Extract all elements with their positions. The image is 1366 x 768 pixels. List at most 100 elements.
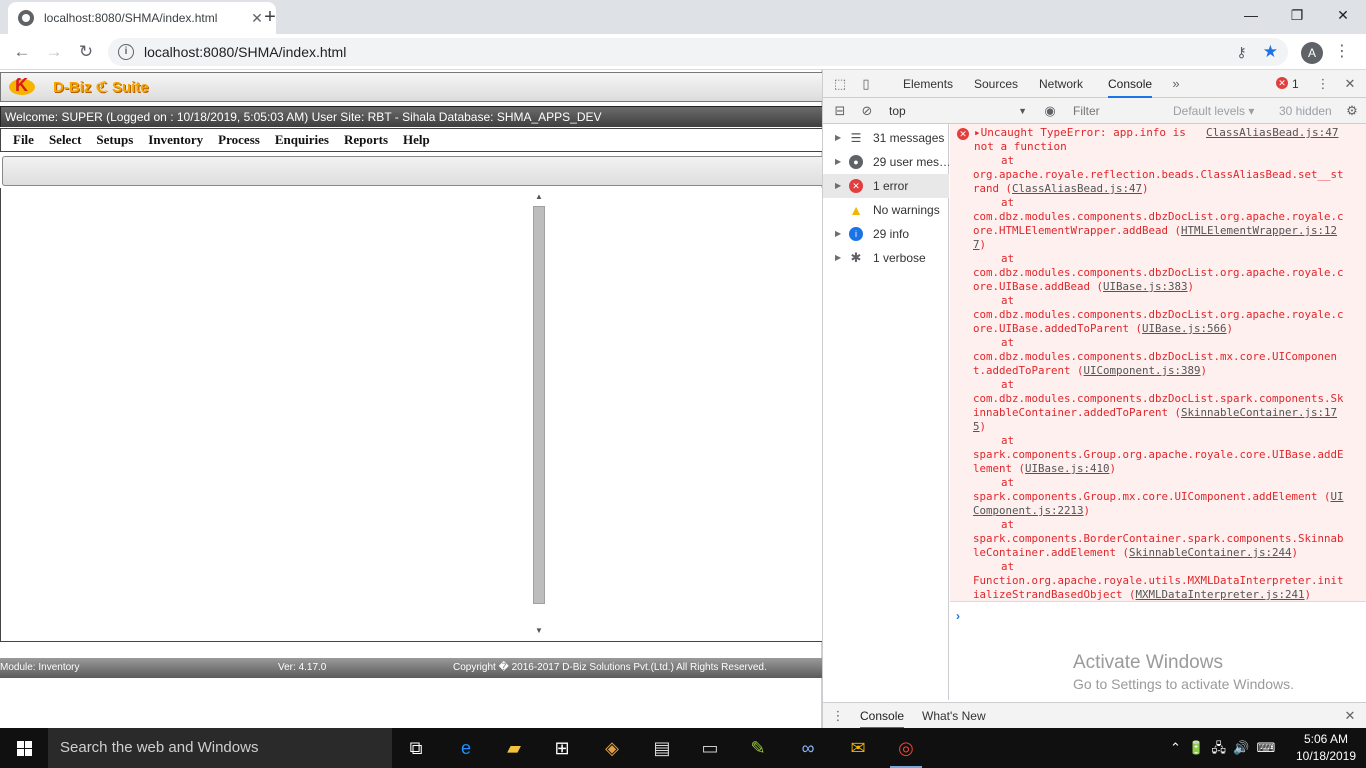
browser-tab[interactable]: localhost:8080/SHMA/index.html ✕ [8, 2, 276, 34]
scroll-up-icon[interactable]: ▲ [532, 192, 546, 202]
menu-help[interactable]: Help [403, 132, 430, 148]
system-tray[interactable]: ⌃ 🔋 🖧 🔊 ⌨ [1170, 728, 1275, 768]
device-toolbar-icon[interactable]: ▯ [857, 75, 875, 93]
sidebar-item-messages[interactable]: ▶ ☰ 31 messages [823, 126, 949, 150]
error-source-link[interactable]: ClassAliasBead.js:47 [1206, 126, 1338, 140]
menu-select[interactable]: Select [49, 132, 81, 148]
restore-button[interactable]: ❐ [1274, 0, 1320, 30]
drawer-menu-icon[interactable]: ⋮ [829, 707, 847, 725]
stack-frame-link[interactable]: UIBase.js:383 [1103, 280, 1188, 293]
close-drawer-icon[interactable]: ✕ [1341, 707, 1359, 725]
sidebar-item-verbose[interactable]: ▶ ✱ 1 verbose [823, 246, 949, 270]
menu-process[interactable]: Process [218, 132, 260, 148]
activate-windows-subtitle: Go to Settings to activate Windows. [1073, 676, 1294, 692]
stack-frame-link[interactable]: UIBase.js:566 [1142, 322, 1227, 335]
menu-enquiries[interactable]: Enquiries [275, 132, 329, 148]
error-message[interactable]: ▸Uncaught TypeError: app.info is not a f… [974, 126, 1186, 154]
app-icon-4[interactable]: ∞ [790, 732, 826, 764]
bookmark-star-icon[interactable]: ★ [1263, 42, 1278, 62]
tab-sources[interactable]: Sources [974, 70, 1018, 98]
menu-file[interactable]: File [13, 132, 34, 148]
drawer-tab-whats-new[interactable]: What's New [922, 703, 986, 729]
console-settings-gear-icon[interactable]: ⚙ [1343, 102, 1361, 120]
stack-frame-link[interactable]: UIComponent.js:389 [1084, 364, 1201, 377]
list-icon: ☰ [850, 131, 862, 145]
console-log: ✕ ▸Uncaught TypeError: app.info is not a… [950, 124, 1366, 602]
app-header: D-Biz ℭ Suite [0, 72, 822, 102]
profile-avatar[interactable]: A [1301, 42, 1323, 64]
error-count[interactable]: 1 [1292, 70, 1299, 98]
sidebar-item-user-messages[interactable]: ▶ ● 29 user mes… [823, 150, 949, 174]
tab-network[interactable]: Network [1039, 70, 1083, 98]
sidebar-item-label: 1 error [873, 179, 909, 193]
live-expression-eye-icon[interactable]: ◉ [1041, 102, 1059, 120]
store-icon[interactable]: ⊞ [544, 732, 580, 764]
task-view-icon[interactable]: ⧉ [398, 732, 434, 764]
file-explorer-icon[interactable]: ▰ [496, 732, 532, 764]
more-tabs-icon[interactable]: » [1167, 75, 1185, 93]
sidebar-item-label: No warnings [873, 203, 940, 217]
menu-reports[interactable]: Reports [344, 132, 388, 148]
console-filter-input[interactable] [1073, 102, 1163, 120]
drawer-tab-console[interactable]: Console [860, 703, 905, 729]
stack-frame-link[interactable]: ClassAliasBead.js:47 [1012, 182, 1142, 195]
scroll-down-icon[interactable]: ▼ [532, 626, 546, 636]
site-info-icon[interactable]: i [118, 44, 134, 60]
edge-browser-icon[interactable]: e [448, 732, 484, 764]
devtools-menu-icon[interactable]: ⋮ [1314, 75, 1332, 93]
stack-frame-link[interactable]: MXMLDataInterpreter.js:241 [1136, 588, 1305, 601]
tab-console[interactable]: Console [1108, 70, 1153, 98]
taskbar-search[interactable]: Search the web and Windows [48, 728, 392, 768]
stack-frame-text: com.dbz.modules.components.dbzDocList.or… [973, 308, 1344, 335]
forward-icon[interactable]: → [42, 40, 66, 64]
close-devtools-icon[interactable]: ✕ [1341, 75, 1359, 93]
sidebar-toggle-icon[interactable]: ⊟ [831, 102, 849, 120]
chrome-icon[interactable]: ◎ [888, 732, 924, 768]
sidebar-item-label: 31 messages [873, 131, 945, 145]
start-button[interactable] [0, 728, 48, 768]
browser-tab-strip: localhost:8080/SHMA/index.html ✕ + — ❐ ✕ [0, 0, 1366, 34]
sidebar-item-warnings[interactable]: ▲ No warnings [823, 198, 949, 222]
devtools-drawer: ⋮ Console What's New ✕ [823, 702, 1366, 729]
reload-icon[interactable]: ↻ [74, 40, 98, 64]
tab-title: localhost:8080/SHMA/index.html [44, 11, 218, 25]
stack-frame-at: at [1001, 154, 1015, 167]
context-value: top [889, 104, 906, 118]
app-icon-1[interactable]: ◈ [594, 732, 630, 764]
stack-frame-link[interactable]: SkinnableContainer.js:244 [1129, 546, 1292, 559]
sidebar-item-errors[interactable]: ▶ ✕ 1 error [823, 174, 949, 198]
stack-frame-link[interactable]: UIBase.js:410 [1025, 462, 1110, 475]
scroll-thumb[interactable] [533, 206, 545, 604]
app-icon-3[interactable]: ✎ [740, 732, 776, 764]
address-bar[interactable]: i localhost:8080/SHMA/index.html ⚷ ★ [108, 38, 1288, 66]
app-icon-2[interactable]: ▤ [644, 732, 680, 764]
menu-inventory[interactable]: Inventory [148, 132, 203, 148]
log-levels-dropdown[interactable]: Default levels ▾ [1173, 102, 1254, 120]
tab-elements[interactable]: Elements [903, 70, 953, 98]
clock-date: 10/18/2019 [1295, 749, 1357, 763]
inspect-element-icon[interactable]: ⬚ [831, 75, 849, 93]
stack-frame: at com.dbz.modules.components.dbzDocList.… [973, 336, 1345, 378]
stack-frame: at org.apache.royale.reflection.beads.Cla… [973, 154, 1345, 196]
taskbar-clock[interactable]: 5:06 AM 10/18/2019 [1294, 731, 1358, 765]
minimize-button[interactable]: — [1228, 0, 1274, 30]
url-text[interactable]: localhost:8080/SHMA/index.html [144, 44, 1236, 60]
windows-logo-icon [17, 741, 32, 756]
vertical-scrollbar[interactable]: ▲ ▼ [532, 192, 546, 636]
context-selector[interactable]: top ▼ [889, 102, 1027, 120]
sidebar-item-label: 29 info [873, 227, 910, 241]
terminal-icon[interactable]: ▭ [692, 732, 728, 764]
menu-setups[interactable]: Setups [96, 132, 133, 148]
error-badge-icon[interactable]: ✕ [1276, 77, 1288, 89]
clear-console-icon[interactable]: ⊘ [858, 102, 876, 120]
new-tab-button[interactable]: + [258, 6, 282, 30]
console-prompt-icon[interactable]: › [956, 609, 960, 623]
stack-frame: at com.dbz.modules.components.dbzDocList.… [973, 252, 1345, 294]
sidebar-item-info[interactable]: ▶ i 29 info [823, 222, 949, 246]
browser-menu-icon[interactable]: ⋮ [1334, 40, 1350, 64]
stack-trace: at org.apache.royale.reflection.beads.Cla… [973, 154, 1345, 601]
back-icon[interactable]: ← [10, 40, 34, 64]
close-window-button[interactable]: ✕ [1320, 0, 1366, 30]
app-icon-5[interactable]: ✉ [840, 732, 876, 764]
key-icon[interactable]: ⚷ [1236, 44, 1246, 61]
